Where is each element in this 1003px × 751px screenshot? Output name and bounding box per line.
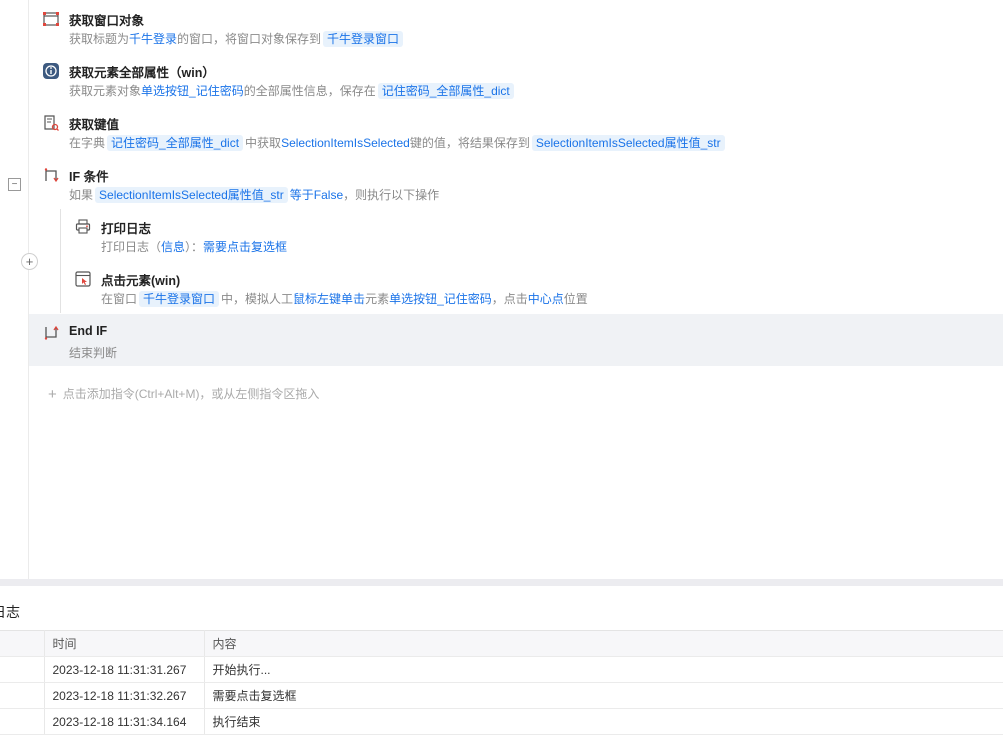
plus-icon: + (48, 386, 57, 403)
parameter-value: 单选按钮_记住密码 (141, 84, 244, 98)
add-instruction-hint[interactable]: + 点击添加指令(Ctrl+Alt+M)，或从左侧指令区拖入 (48, 385, 319, 403)
log-table: 时间 内容 2023-12-18 11:31:31.267 开始执行... 20… (0, 630, 1003, 735)
variable-chip: 记住密码_全部属性_dict (107, 135, 244, 151)
step-if-condition[interactable]: IF 条件 如果 SelectionItemIsSelected属性值_str 等于… (29, 156, 1003, 208)
description-text: 的窗口，将窗口对象保存到 (177, 32, 322, 46)
description-text: 如果 (69, 188, 94, 202)
step-title: IF 条件 (69, 170, 109, 184)
log-content-cell: 执行结束 (204, 708, 1003, 735)
if-branch-icon (42, 166, 60, 184)
description-text: 元素 (365, 292, 390, 306)
step-title: 获取元素全部属性（win） (69, 66, 215, 80)
variable-chip: 记住密码_全部属性_dict (377, 83, 514, 99)
parameter-value: 单选按钮_记住密码 (389, 292, 492, 306)
variable-chip: SelectionItemIsSelected属性值_str (531, 135, 725, 151)
table-row[interactable]: 2023-12-18 11:31:32.267 需要点击复选框 (0, 682, 1003, 709)
step-get-key-value[interactable]: 获取键值 在字典 记住密码_全部属性_dict 中获取SelectionItemIs… (29, 104, 1003, 156)
log-content-cell: 需要点击复选框 (204, 682, 1003, 709)
variable-chip: 千牛登录窗口 (323, 31, 404, 47)
add-instruction-text: 点击添加指令(Ctrl+Alt+M)，或从左侧指令区拖入 (62, 387, 320, 401)
description-text: 在窗口 (101, 292, 138, 306)
step-description: 在字典 记住密码_全部属性_dict 中获取SelectionItemIsSelec… (69, 134, 727, 151)
variable-chip: SelectionItemIsSelected属性值_str (95, 187, 288, 203)
parameter-value: False (313, 188, 344, 202)
parameter-value: 需要点击复选框 (203, 240, 288, 254)
step-title: End IF (69, 324, 108, 338)
description-text: 的全部属性信息，保存在 (243, 84, 376, 98)
step-description: 获取标题为千牛登录的窗口，将窗口对象保存到 千牛登录窗口 (69, 30, 405, 47)
insert-step-button[interactable]: + (21, 253, 38, 270)
column-header-content: 内容 (204, 630, 1003, 657)
step-description: 如果 SelectionItemIsSelected属性值_str 等于False，… (69, 186, 439, 203)
printer-icon (74, 218, 92, 236)
description-text: 获取元素对象 (69, 84, 142, 98)
end-if-icon (42, 324, 60, 342)
collapse-toggle[interactable]: − (8, 178, 21, 191)
table-row[interactable]: 2023-12-18 11:31:34.164 执行结束 (0, 708, 1003, 735)
step-print-log[interactable]: 打印日志 打印日志（信息）：需要点击复选框 (29, 208, 1003, 260)
description-text: 打印日志（ (101, 240, 162, 254)
log-level-cell (0, 656, 45, 683)
description-text: ，则执行以下操作 (343, 188, 440, 202)
click-element-icon (74, 270, 92, 288)
parameter-value: 信息 (161, 240, 186, 254)
log-panel: 日志 时间 内容 2023-12-18 11:31:31.267 开始执行...… (0, 586, 1003, 751)
description-text: 位置 (563, 292, 588, 306)
step-get-window[interactable]: 获取窗口对象 获取标题为千牛登录的窗口，将窗口对象保存到 千牛登录窗口 (29, 0, 1003, 52)
log-time-cell: 2023-12-18 11:31:31.267 (44, 656, 205, 683)
log-level-cell (0, 708, 45, 735)
description-text: 中，模拟人工 (221, 292, 294, 306)
step-click-element[interactable]: 点击元素(win) 在窗口 千牛登录窗口 中，模拟人工鼠标左键单击元素单选按钮_记住… (29, 260, 1003, 312)
step-description: 结束判断 (69, 344, 117, 361)
description-text: 键的值，将结果保存到 (409, 136, 530, 150)
step-title: 打印日志 (101, 222, 152, 236)
description-text: ，点击 (491, 292, 528, 306)
panel-splitter[interactable] (0, 579, 1003, 586)
column-header-time: 时间 (44, 630, 205, 657)
description-text: 在字典 (69, 136, 106, 150)
description-text: 中获取 (245, 136, 282, 150)
log-panel-title: 日志 (0, 604, 20, 620)
step-title: 获取键值 (69, 118, 120, 132)
step-title: 点击元素(win) (101, 274, 181, 288)
parameter-value: 中心点 (527, 292, 564, 306)
description-text: ）： (185, 240, 204, 254)
table-row[interactable]: 2023-12-18 11:31:31.267 开始执行... (0, 656, 1003, 683)
log-time-cell: 2023-12-18 11:31:34.164 (44, 708, 205, 735)
log-content-cell: 开始执行... (204, 656, 1003, 683)
parameter-value: SelectionItemIsSelected (281, 136, 410, 150)
step-get-element-attributes[interactable]: 获取元素全部属性（win） 获取元素对象单选按钮_记住密码的全部属性信息，保存在… (29, 52, 1003, 104)
log-time-cell: 2023-12-18 11:31:32.267 (44, 682, 205, 709)
step-title: 获取窗口对象 (69, 14, 145, 28)
log-level-cell (0, 682, 45, 709)
step-description: 获取元素对象单选按钮_记住密码的全部属性信息，保存在 记住密码_全部属性_dict (69, 82, 516, 99)
log-table-header: 时间 内容 (0, 630, 1003, 657)
parameter-value: 等于 (289, 188, 314, 202)
info-circle-icon (42, 62, 60, 80)
variable-chip: 千牛登录窗口 (139, 291, 220, 307)
flow-editor: 获取窗口对象 获取标题为千牛登录的窗口，将窗口对象保存到 千牛登录窗口 获取元素全… (0, 0, 1003, 579)
dictionary-key-icon (42, 114, 60, 132)
description-text: 结束判断 (69, 346, 118, 360)
window-frame-icon (42, 10, 60, 28)
step-description: 打印日志（信息）：需要点击复选框 (101, 238, 287, 255)
parameter-value: 千牛登录 (129, 32, 178, 46)
parameter-value: 鼠标左键单击 (293, 292, 366, 306)
column-header-level (0, 630, 45, 657)
description-text: 获取标题为 (69, 32, 130, 46)
step-description: 在窗口 千牛登录窗口 中，模拟人工鼠标左键单击元素单选按钮_记住密码，点击中心点位置 (101, 290, 588, 307)
step-end-if[interactable]: End IF 结束判断 (29, 314, 1003, 366)
